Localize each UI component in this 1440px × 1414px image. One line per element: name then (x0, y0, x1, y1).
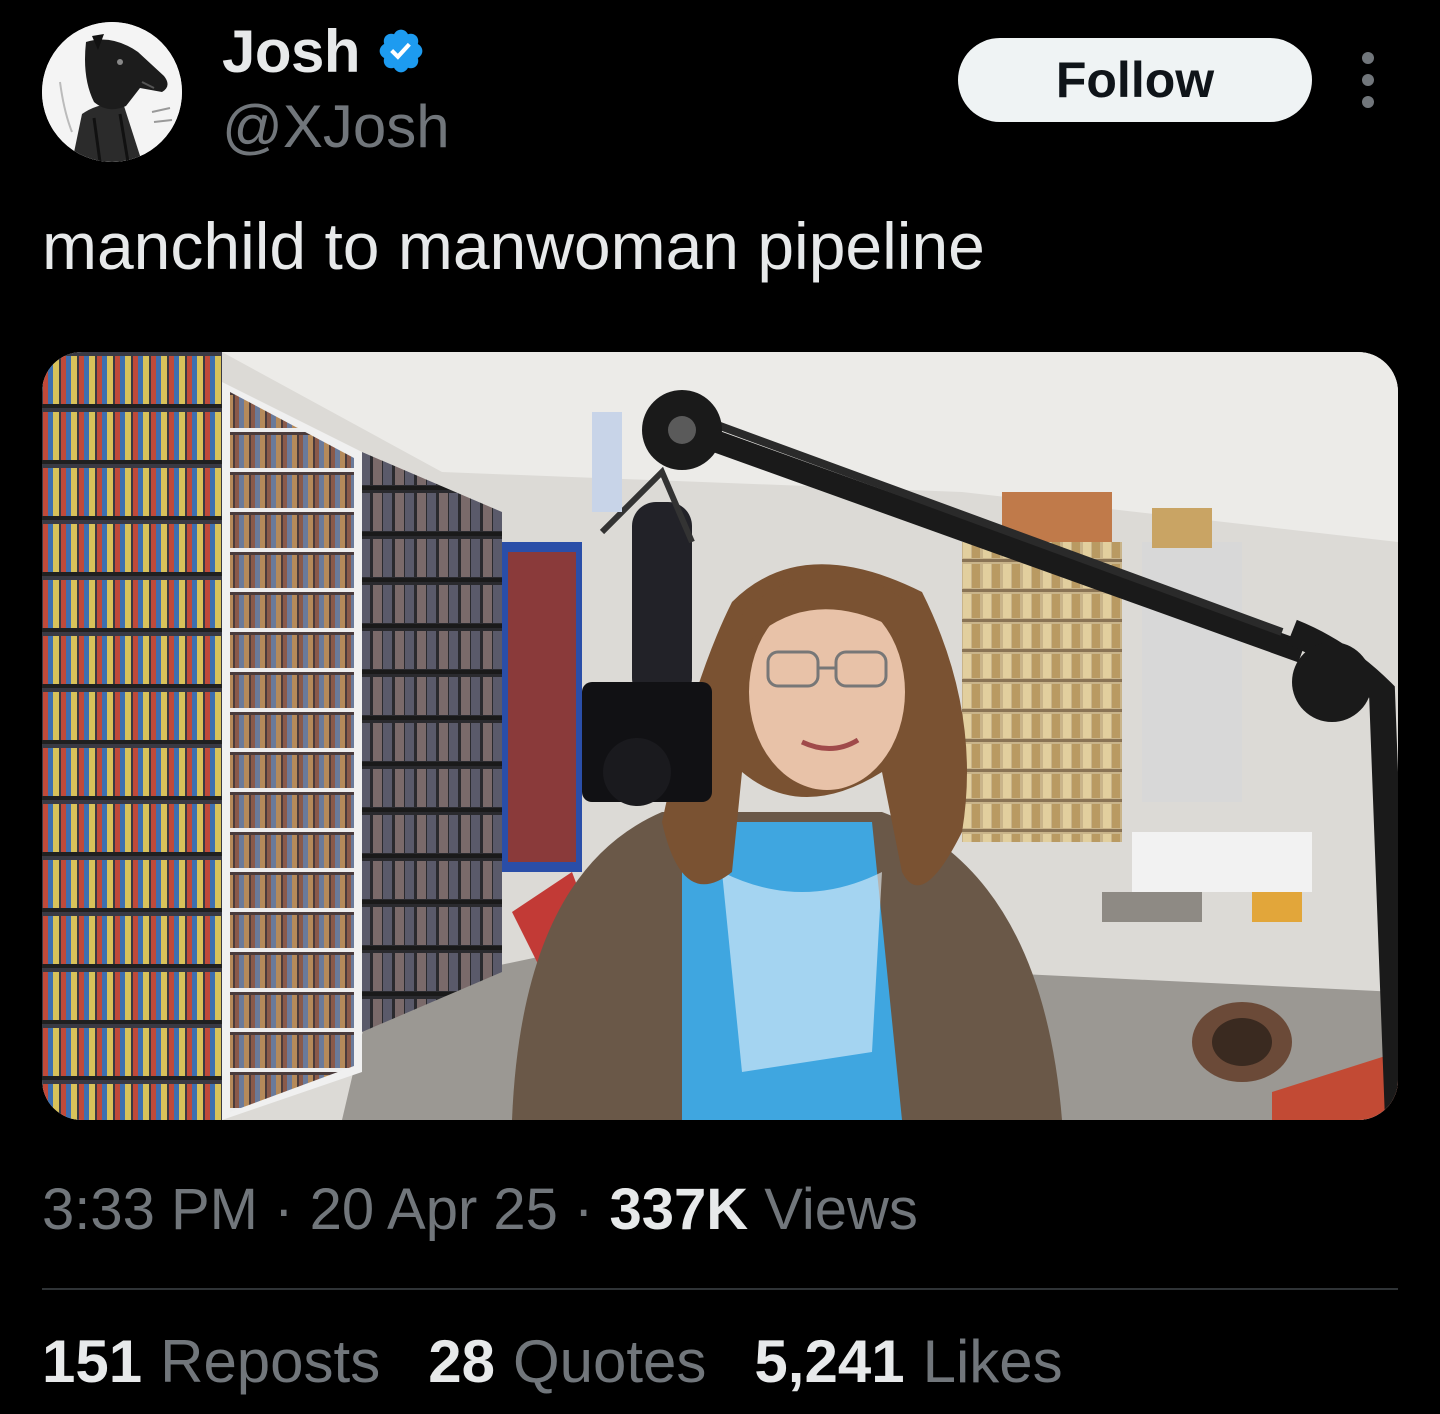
more-vertical-icon[interactable] (1350, 52, 1386, 108)
views-label[interactable]: Views (764, 1177, 918, 1242)
quotes-count: 28 (428, 1328, 495, 1395)
author-handle[interactable]: @XJosh (222, 92, 450, 161)
author-display-name[interactable]: Josh (222, 17, 361, 86)
reposts-stat[interactable]: 151 Reposts (42, 1322, 380, 1402)
tweet-meta: 3:33 PM · 20 Apr 25 · 337K Views (42, 1170, 918, 1250)
tweet-media-image[interactable] (42, 352, 1398, 1120)
engagement-stats: 151 Reposts 28 Quotes 5,241 Likes (42, 1322, 1063, 1402)
views-count[interactable]: 337K (609, 1177, 748, 1242)
likes-label: Likes (922, 1328, 1063, 1395)
avatar[interactable] (42, 22, 182, 162)
quotes-label: Quotes (512, 1328, 707, 1395)
tweet-container: Josh @XJosh Follow manchild to manwoman … (0, 0, 1440, 1414)
follow-button[interactable]: Follow (958, 38, 1312, 122)
tweet-time[interactable]: 3:33 PM (42, 1177, 258, 1242)
quotes-stat[interactable]: 28 Quotes (428, 1322, 706, 1402)
reposts-count: 151 (42, 1328, 143, 1395)
meta-separator: · (574, 1177, 594, 1242)
author-name-row[interactable]: Josh (222, 14, 426, 88)
video-still-image-icon (42, 352, 1398, 1120)
verified-badge-icon (376, 26, 426, 76)
reposts-label: Reposts (160, 1328, 381, 1395)
divider (42, 1288, 1398, 1290)
likes-count: 5,241 (754, 1328, 905, 1395)
tweet-text: manchild to manwoman pipeline (42, 209, 985, 283)
likes-stat[interactable]: 5,241 Likes (754, 1322, 1062, 1402)
horse-head-avatar-icon (42, 22, 182, 162)
tweet-date[interactable]: 20 Apr 25 (310, 1177, 558, 1242)
meta-separator: · (274, 1177, 294, 1242)
